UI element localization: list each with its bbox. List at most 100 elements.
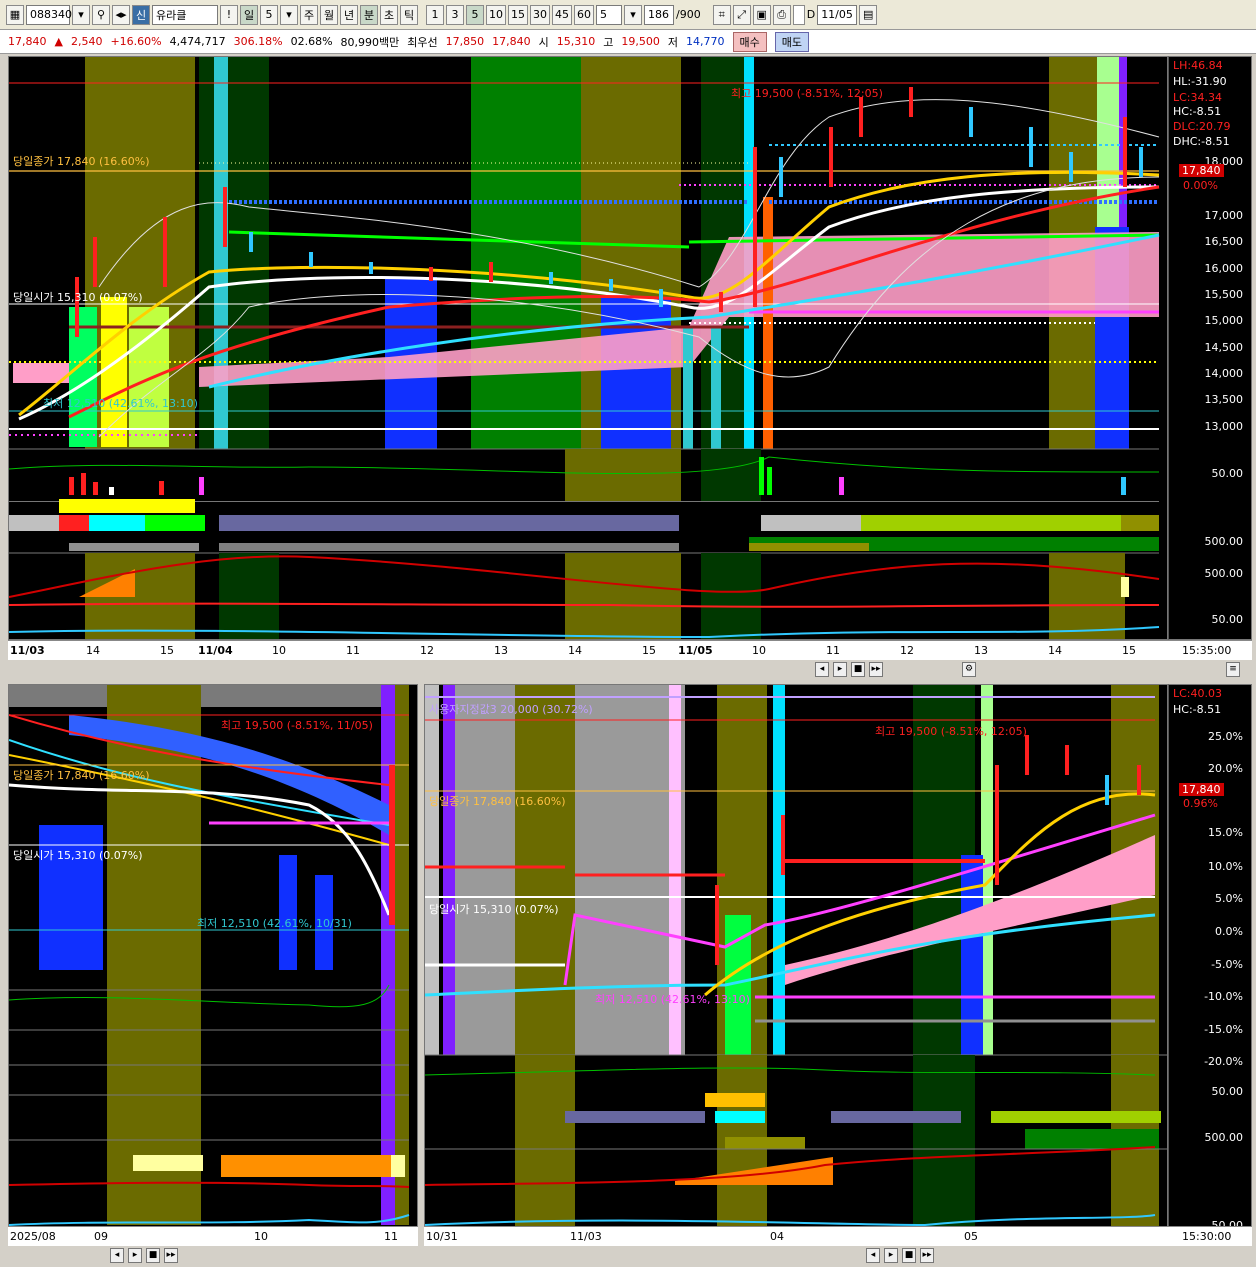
open-label: 시	[538, 35, 549, 49]
date-checkbox[interactable]	[792, 4, 805, 25]
stock-code-input[interactable]: 088340	[26, 4, 72, 25]
save-icon[interactable]: ▣	[752, 4, 771, 25]
low-label: 저	[667, 35, 679, 49]
interval-dropdown-icon[interactable]: ▾	[624, 4, 642, 25]
play-button[interactable]: ▸	[833, 662, 847, 677]
print-icon[interactable]: ⎙	[772, 4, 791, 25]
high-label: 고	[603, 35, 614, 49]
date-check-label: D	[806, 8, 816, 21]
draw-tool-icon[interactable]: ⤢	[732, 4, 751, 25]
trade-amount: 80,990백만	[340, 35, 400, 49]
top-price-chart[interactable]: 당일종가 17,840 (16.60%) 당일시가 15,310 (0.07%)…	[8, 56, 1168, 640]
x-tick: 04	[770, 1230, 784, 1243]
interval-input[interactable]: 5	[596, 4, 622, 25]
current-pct-label: 0.00%	[1183, 179, 1218, 192]
hc-label: HC:-8.51	[1173, 105, 1222, 118]
search-icon[interactable]: ⚲	[92, 4, 110, 25]
period-value[interactable]: 5	[260, 4, 278, 25]
intraday-open-annotation: 당일시가 15,310 (0.07%)	[429, 903, 559, 916]
intraday-pct-label: 0.96%	[1183, 797, 1218, 810]
interval-30[interactable]: 30	[530, 4, 550, 25]
tab-year[interactable]: 년	[340, 4, 358, 25]
daily-scroll-left-button[interactable]: ◂	[110, 1248, 124, 1263]
price-tick: 15,000	[1204, 314, 1244, 327]
x-tick: 14	[568, 644, 582, 657]
interval-5[interactable]: 5	[466, 4, 484, 25]
x-tick: 10/31	[426, 1230, 458, 1243]
hl-label: HL:-31.90	[1173, 75, 1227, 88]
up-arrow-icon: ▲	[54, 35, 63, 48]
calendar-icon[interactable]: ▤	[859, 4, 878, 25]
intraday-close-annotation: 당일종가 17,840 (16.60%)	[429, 795, 566, 808]
intraday-chart[interactable]: 사용자지정값3 20,000 (30.72%) 최고 19,500 (-8.51…	[424, 684, 1168, 1246]
daily-time-axis[interactable]: 2025/08 09 10 11	[8, 1226, 418, 1246]
daily-stop-button[interactable]: ■	[146, 1248, 160, 1263]
alert-icon[interactable]: !	[220, 4, 238, 25]
interval-15[interactable]: 15	[508, 4, 528, 25]
high-price: 19,500	[621, 35, 660, 48]
code-dropdown-icon[interactable]: ▾	[72, 4, 90, 25]
intraday-low-annotation: 최저 12,510 (42.61%, 13:10)	[595, 993, 750, 1006]
interval-1[interactable]: 1	[426, 4, 444, 25]
tab-month[interactable]: 월	[320, 4, 338, 25]
interval-3[interactable]: 3	[446, 4, 464, 25]
pct-tick: 10.0%	[1208, 860, 1243, 873]
dlc-label: DLC:20.79	[1173, 120, 1231, 133]
prev-next-icon[interactable]: ◂▸	[112, 4, 130, 25]
dhc-label: DHC:-8.51	[1173, 135, 1230, 148]
quote-bar: 17,840 ▲ 2,540 +16.60% 4,474,717 306.18%…	[0, 30, 1256, 54]
menu-icon[interactable]: ▦	[6, 4, 24, 25]
scroll-left-button[interactable]: ◂	[815, 662, 829, 677]
zoom-settings-icon[interactable]: ⚙	[962, 662, 976, 677]
x-tick: 11/03	[570, 1230, 602, 1243]
chart-settings-icon[interactable]: ⌗	[712, 4, 731, 25]
intraday-time-axis[interactable]: 10/31 11/03 04 05 15:30:00	[424, 1226, 1252, 1246]
stock-name-field[interactable]: 유라클	[152, 4, 218, 25]
volume: 4,474,717	[169, 35, 226, 48]
date-input[interactable]: 11/05	[817, 4, 858, 25]
bar-count-field[interactable]: 186	[644, 4, 674, 25]
x-tick: 15	[1122, 644, 1136, 657]
daily-high-annotation: 최고 19,500 (-8.51%, 11/05)	[221, 719, 373, 732]
tab-second[interactable]: 초	[380, 4, 398, 25]
period-day-button[interactable]: 일	[240, 4, 258, 25]
top-price-axis: LH:46.84 HL:-31.90 LC:34.34 HC:-8.51 DLC…	[1168, 56, 1252, 640]
intraday-high-annotation: 최고 19,500 (-8.51%, 12:05)	[875, 725, 1027, 738]
price-tick: 13,500	[1204, 393, 1244, 406]
chart-options-icon[interactable]: ≡	[1226, 662, 1240, 677]
x-tick: 12	[420, 644, 434, 657]
pct-tick: 0.0%	[1215, 925, 1243, 938]
top-low-annotation: 최저 12,510 (42.61%, 13:10)	[43, 397, 198, 410]
lh-label: LH:46.84	[1173, 59, 1223, 72]
tab-minute[interactable]: 분	[360, 4, 378, 25]
x-tick: 15	[160, 644, 174, 657]
current-price: 17,840	[8, 35, 47, 48]
sell-button[interactable]: 매도	[774, 31, 810, 52]
x-tick: 12	[900, 644, 914, 657]
lc-label: LC:34.34	[1173, 91, 1223, 104]
ask-price: 17,850	[445, 35, 485, 48]
intraday-scroll-left-button[interactable]: ◂	[866, 1248, 880, 1263]
x-tick: 14	[1048, 644, 1062, 657]
interval-45[interactable]: 45	[552, 4, 572, 25]
x-tick: 10	[752, 644, 766, 657]
pct-tick: 20.0%	[1208, 762, 1243, 775]
daily-close-annotation: 당일종가 17,840 (16.60%)	[13, 769, 150, 782]
daily-play-button[interactable]: ▸	[128, 1248, 142, 1263]
buy-button[interactable]: 매수	[732, 31, 767, 52]
intraday-play-button[interactable]: ▸	[884, 1248, 898, 1263]
tab-tick[interactable]: 틱	[400, 4, 418, 25]
price-tick: 14,000	[1204, 367, 1244, 380]
intraday-stop-button[interactable]: ■	[902, 1248, 916, 1263]
interval-60[interactable]: 60	[574, 4, 594, 25]
interval-10[interactable]: 10	[486, 4, 506, 25]
x-tick: 14	[86, 644, 100, 657]
top-time-axis[interactable]: 11/03 14 15 11/04 10 11 12 13 14 15 11/0…	[8, 640, 1252, 660]
period-dropdown-icon[interactable]: ▾	[280, 4, 298, 25]
stop-button[interactable]: ■	[851, 662, 865, 677]
daily-scroll-right-button[interactable]: ▸▸	[164, 1248, 178, 1263]
daily-chart[interactable]: 최고 19,500 (-8.51%, 11/05) 당일종가 17,840 (1…	[8, 684, 418, 1246]
scroll-right-button[interactable]: ▸▸	[869, 662, 883, 677]
intraday-scroll-right-button[interactable]: ▸▸	[920, 1248, 934, 1263]
tab-week[interactable]: 주	[300, 4, 318, 25]
